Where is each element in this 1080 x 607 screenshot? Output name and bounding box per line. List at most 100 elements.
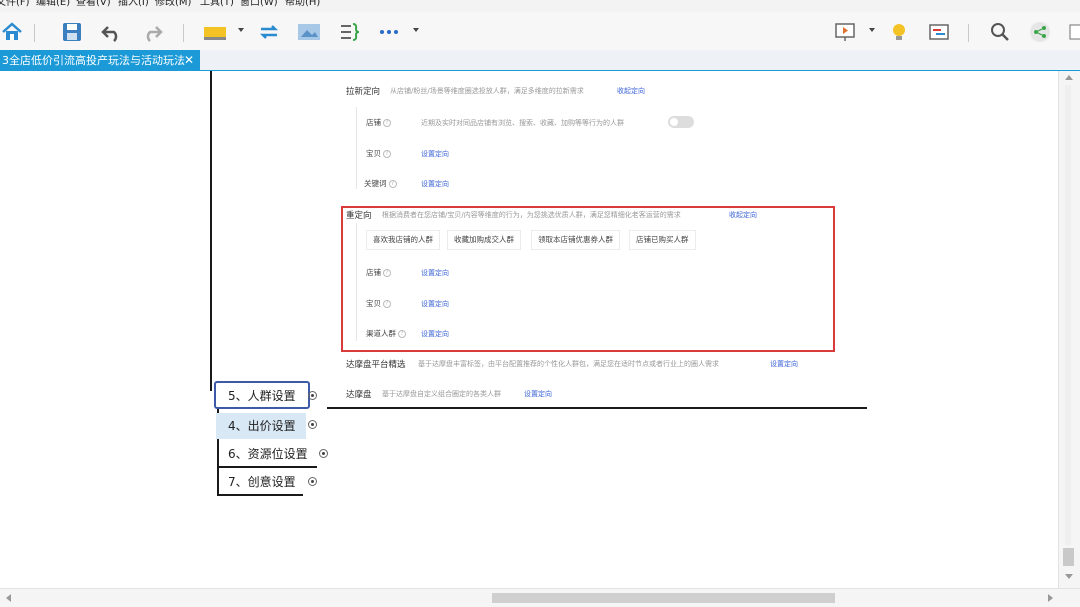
node-bid-settings[interactable]: 4、出价设置 [216, 413, 306, 439]
expand-icon[interactable] [308, 391, 317, 400]
shot-cdx-item-link: 设置定向 [421, 300, 449, 308]
topic-style-icon[interactable] [203, 20, 227, 44]
menu-window[interactable]: 窗口(W) [240, 0, 278, 8]
redo-icon[interactable] [140, 20, 164, 44]
branch-connector [327, 407, 867, 409]
toolbar [0, 12, 1080, 50]
document-tab-bar: 3全店低价引流高投产玩法与活动玩法 ✕ [0, 50, 1080, 71]
expand-icon[interactable] [319, 449, 328, 458]
menu-modify[interactable]: 修改(M) [155, 0, 191, 8]
scroll-left-icon[interactable] [6, 594, 11, 602]
close-icon[interactable]: ✕ [182, 50, 196, 71]
shot-lx-title: 拉新定向 [346, 87, 381, 97]
shot-lx-shop-label: 店铺 [366, 118, 381, 127]
chevron-down-icon[interactable] [238, 28, 244, 32]
node-label: 4、出价设置 [228, 419, 296, 433]
shot-cdx-channel-label: 渠道人群 [366, 329, 396, 338]
help-icon: ? [388, 180, 397, 188]
menu-tools[interactable]: 工具(T) [200, 0, 234, 8]
toggle-switch [668, 116, 694, 128]
scroll-thumb[interactable] [1063, 548, 1074, 566]
shot-lx-item-label: 宝贝 [366, 149, 381, 158]
help-icon: ? [383, 269, 391, 277]
menu-file[interactable]: 文件(F) [0, 0, 30, 8]
shot-dm-desc: 基于达摩盘自定义组合圈定的各类人群 [382, 390, 501, 398]
horizontal-scrollbar[interactable] [0, 588, 1080, 607]
toolbar-separator [34, 24, 35, 42]
idea-icon[interactable] [887, 20, 911, 44]
branch-connector [217, 494, 303, 496]
shot-cdx-title: 重定向 [346, 211, 372, 221]
shot-lx-desc: 从店铺/粉丝/场景等维度圈选投放人群，满足多维度的拉新需求 [390, 87, 584, 95]
shot-cdx-item: 宝贝? [366, 298, 391, 309]
gantt-icon[interactable] [927, 20, 951, 44]
node-creative-settings[interactable]: 7、创意设置 [216, 469, 306, 495]
help-icon: ? [398, 330, 406, 338]
shot-dmp-desc: 基于达摩盘丰富标签，由平台配置推荐的个性化人群包，满足您在适时节点或者行业上的圈… [418, 360, 719, 368]
document-tab[interactable]: 3全店低价引流高投产玩法与活动玩法 [0, 50, 200, 71]
node-resource-settings[interactable]: 6、资源位设置 [216, 441, 316, 467]
scroll-thumb[interactable] [492, 593, 835, 603]
node-label: 5、人群设置 [228, 389, 296, 403]
shot-dm-link: 设置定向 [524, 390, 552, 398]
shot-cdx-shop-label: 店铺 [366, 268, 381, 277]
more-icon[interactable] [377, 20, 401, 44]
scroll-up-icon[interactable] [1065, 75, 1073, 80]
shot-lx-item: 宝贝? [366, 148, 391, 159]
shot-chip: 喜欢我店铺的人群 [366, 230, 440, 250]
shot-dmp-link: 设置定向 [770, 360, 798, 368]
shot-cdx-shop: 店铺? [366, 267, 391, 278]
shot-lx-shop: 店铺? [366, 117, 391, 128]
menu-edit[interactable]: 编辑(E) [36, 0, 70, 8]
help-icon: ? [383, 119, 391, 127]
menu-help[interactable]: 帮助(H) [285, 0, 320, 8]
expand-icon[interactable] [308, 420, 317, 429]
shot-divider [356, 107, 357, 189]
shot-dmp-title: 达摩盘平台精选 [346, 360, 406, 370]
node-crowd-settings[interactable]: 5、人群设置 [214, 381, 310, 409]
shot-cdx-channel-link: 设置定向 [421, 330, 449, 338]
branch-connector [210, 71, 212, 391]
scroll-track [1065, 85, 1071, 545]
save-icon[interactable] [60, 20, 84, 44]
chevron-down-icon[interactable] [413, 28, 419, 32]
panel-toggle-icon[interactable] [1064, 20, 1080, 44]
shot-lx-shop-desc: 近期及实时对同品店铺有浏览、搜索、收藏、加购等等行为的人群 [421, 119, 624, 127]
shot-cdx-item-label: 宝贝 [366, 299, 381, 308]
chevron-down-icon[interactable] [869, 28, 875, 32]
menu-view[interactable]: 查看(V) [76, 0, 111, 8]
search-icon[interactable] [988, 20, 1012, 44]
document-tab-title: 3全店低价引流高投产玩法与活动玩法 [2, 54, 185, 67]
shot-cdx-collapse: 收起定向 [729, 211, 757, 219]
shot-cdx-channel: 渠道人群? [366, 328, 406, 339]
home-icon[interactable] [0, 20, 24, 44]
shot-cdx-shop-link: 设置定向 [421, 269, 449, 277]
mindmap-canvas[interactable]: 拉新定向 从店铺/粉丝/场景等维度圈选投放人群，满足多维度的拉新需求 收起定向 … [0, 71, 1058, 588]
shot-chip: 领取本店铺优惠券人群 [531, 230, 620, 250]
menu-insert[interactable]: 插入(I) [118, 0, 149, 8]
shot-lx-collapse: 收起定向 [617, 87, 645, 95]
shot-divider [356, 223, 357, 341]
share-icon[interactable] [1028, 20, 1052, 44]
shot-dm-title: 达摩盘 [346, 390, 372, 400]
scroll-down-icon[interactable] [1065, 574, 1073, 579]
relationship-icon[interactable] [257, 20, 281, 44]
toolbar-separator [968, 24, 969, 42]
shot-cdx-desc: 根据消费者在您店铺/宝贝/内容等维度的行为，为您挑选优质人群，满足您精细化老客运… [382, 211, 681, 219]
shot-chip: 店铺已购买人群 [629, 230, 696, 250]
shot-lx-kw-link: 设置定向 [421, 180, 449, 188]
help-icon: ? [383, 300, 391, 308]
shot-lx-item-link: 设置定向 [421, 150, 449, 158]
expand-icon[interactable] [308, 477, 317, 486]
boundary-icon[interactable] [337, 20, 361, 44]
presentation-icon[interactable] [833, 20, 857, 44]
help-icon: ? [383, 150, 391, 158]
node-label: 6、资源位设置 [228, 447, 308, 461]
shot-lx-kw-label: 关键词 [364, 179, 387, 188]
shot-lx-kw: 关键词? [364, 178, 397, 189]
undo-icon[interactable] [100, 20, 124, 44]
shot-chip: 收藏加购成交人群 [447, 230, 521, 250]
image-icon[interactable] [297, 20, 321, 44]
vertical-scrollbar[interactable] [1058, 71, 1080, 588]
scroll-right-icon[interactable] [1048, 594, 1053, 602]
